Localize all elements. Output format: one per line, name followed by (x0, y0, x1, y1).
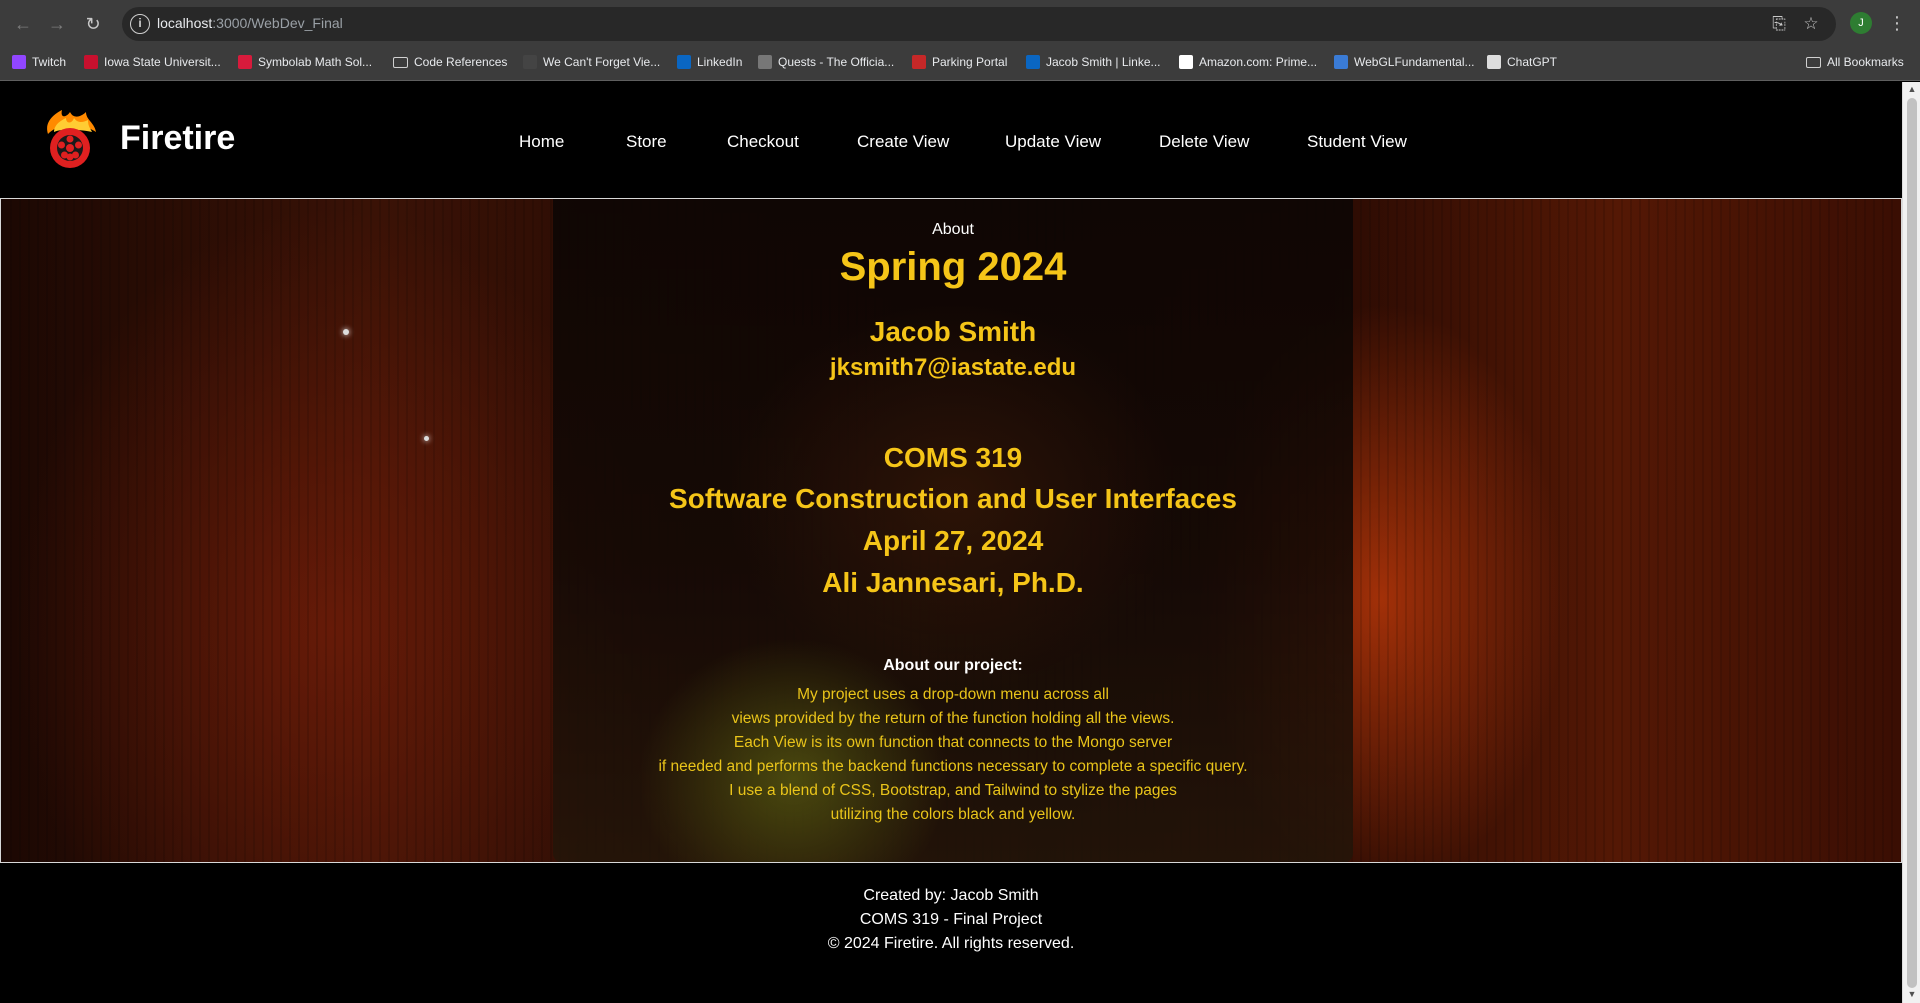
bookmark-label: Iowa State Universit... (104, 55, 221, 69)
bookmark-label: WebGLFundamental... (1354, 55, 1475, 69)
course-title: Software Construction and User Interface… (669, 483, 1237, 514)
folder-icon (393, 56, 408, 68)
bookmark-label: Quests - The Officia... (778, 55, 895, 69)
scroll-down-arrow-icon[interactable]: ▼ (1906, 989, 1918, 999)
bookmark-item[interactable]: Symbolab Math Sol... (238, 55, 372, 69)
project-description-line: I use a blend of CSS, Bootstrap, and Tai… (729, 782, 1177, 799)
site-icon (523, 55, 537, 69)
bookmark-item[interactable]: Twitch (12, 55, 66, 69)
nav-store[interactable]: Store (626, 132, 667, 152)
nav-student-view[interactable]: Student View (1307, 132, 1407, 152)
course-date: April 27, 2024 (862, 525, 1044, 556)
bookmark-label: ChatGPT (1507, 55, 1558, 69)
spark-decoration (343, 329, 349, 335)
reload-icon[interactable]: ↻ (80, 11, 106, 37)
site-footer: Created by: Jacob Smith COMS 319 - Final… (0, 863, 1902, 1003)
bookmark-item[interactable]: Amazon.com: Prime... (1179, 55, 1317, 69)
bookmark-label: Twitch (32, 55, 67, 69)
linkedin-icon (677, 55, 691, 69)
folder-icon (1806, 56, 1821, 68)
bookmark-label: Parking Portal (932, 55, 1008, 69)
bookmark-item[interactable]: Code References (393, 55, 507, 69)
scroll-up-arrow-icon[interactable]: ▲ (1906, 84, 1918, 94)
nav-checkout[interactable]: Checkout (727, 132, 799, 152)
all-bookmarks-button[interactable]: All Bookmarks (1806, 55, 1904, 69)
nav-create-view[interactable]: Create View (857, 132, 949, 152)
bookmark-item[interactable]: WebGLFundamental... (1334, 55, 1475, 69)
bookmark-label: Jacob Smith | Linke... (1046, 55, 1161, 69)
bookmark-item[interactable]: Jacob Smith | Linke... (1026, 55, 1161, 69)
bookmark-item[interactable]: Iowa State Universit... (84, 55, 221, 69)
brand-name[interactable]: Firetire (120, 119, 235, 158)
nav-home[interactable]: Home (519, 132, 564, 152)
address-bar[interactable]: i localhost:3000/WebDev_Final ⎘ ☆ (122, 7, 1836, 41)
course-number: COMS 319 (883, 442, 1023, 473)
fire-tire-logo-icon[interactable] (40, 108, 100, 170)
project-description-line: views provided by the return of the func… (731, 710, 1175, 727)
page: Firetire Home Store Checkout Create View… (0, 82, 1902, 1003)
nav-update-view[interactable]: Update View (1005, 132, 1101, 152)
footer-created-by: Created by: Jacob Smith (863, 887, 1039, 904)
linkedin-icon (1026, 55, 1040, 69)
isu-icon (84, 55, 98, 69)
bookmark-label: Amazon.com: Prime... (1199, 55, 1318, 69)
term-heading: Spring 2024 (839, 245, 1067, 289)
browser-menu-icon[interactable]: ⋮ (1888, 11, 1906, 35)
bookmark-label: We Can't Forget Vie... (543, 55, 661, 69)
project-description-line: utilizing the colors black and yellow. (830, 806, 1076, 823)
bookmarks-bar: All Bookmarks Twitch Iowa State Universit… (0, 47, 1920, 81)
amazon-icon (1179, 55, 1193, 69)
address-url[interactable]: localhost:3000/WebDev_Final (157, 15, 343, 31)
bookmark-label: Symbolab Math Sol... (258, 55, 373, 69)
site-header: Firetire Home Store Checkout Create View… (0, 82, 1902, 198)
bookmark-item[interactable]: Quests - The Officia... (758, 55, 894, 69)
footer-project: COMS 319 - Final Project (859, 911, 1043, 928)
page-scrollbar[interactable]: ▲ ▼ (1902, 82, 1920, 1003)
spark-decoration (424, 436, 429, 441)
bookmark-item[interactable]: ChatGPT (1487, 55, 1557, 69)
student-email: jksmith7@iastate.edu (829, 354, 1077, 381)
nav-delete-view[interactable]: Delete View (1159, 132, 1249, 152)
webgl-icon (1334, 55, 1348, 69)
project-title: About our project: (883, 657, 1023, 674)
footer-copyright: © 2024 Firetire. All rights reserved. (827, 935, 1075, 952)
instructor-name: Ali Jannesari, Ph.D. (822, 567, 1084, 598)
about-hero: About Spring 2024 Jacob Smith jksmith7@i… (0, 198, 1902, 863)
project-description-line: if needed and performs the backend funct… (658, 758, 1248, 775)
parking-icon (912, 55, 926, 69)
chatgpt-icon (1487, 55, 1501, 69)
forward-arrow-icon[interactable]: → (44, 11, 70, 37)
bookmark-label: Code References (414, 55, 508, 69)
about-panel: About Spring 2024 Jacob Smith jksmith7@i… (553, 199, 1353, 862)
browser-toolbar: ← → ↻ i localhost:3000/WebDev_Final ⎘ ☆ … (0, 0, 1920, 47)
project-description-line: Each View is its own function that conne… (733, 734, 1173, 751)
bookmark-star-icon[interactable]: ☆ (1800, 13, 1822, 35)
student-name: Jacob Smith (869, 316, 1037, 347)
bookmark-label: LinkedIn (697, 55, 743, 69)
quests-icon (758, 55, 772, 69)
project-description-line: My project uses a drop-down menu across … (797, 686, 1109, 703)
install-app-icon[interactable]: ⎘ (1768, 13, 1790, 35)
about-label: About (932, 221, 974, 238)
bookmark-item[interactable]: We Can't Forget Vie... (523, 55, 660, 69)
bookmark-item[interactable]: Parking Portal (912, 55, 1007, 69)
scroll-thumb[interactable] (1907, 98, 1917, 988)
symbolab-icon (238, 55, 252, 69)
bookmark-item[interactable]: LinkedIn (677, 55, 742, 69)
back-arrow-icon[interactable]: ← (10, 11, 36, 37)
profile-avatar[interactable]: J (1850, 12, 1872, 34)
site-info-icon[interactable]: i (130, 14, 150, 34)
twitch-icon (12, 55, 26, 69)
